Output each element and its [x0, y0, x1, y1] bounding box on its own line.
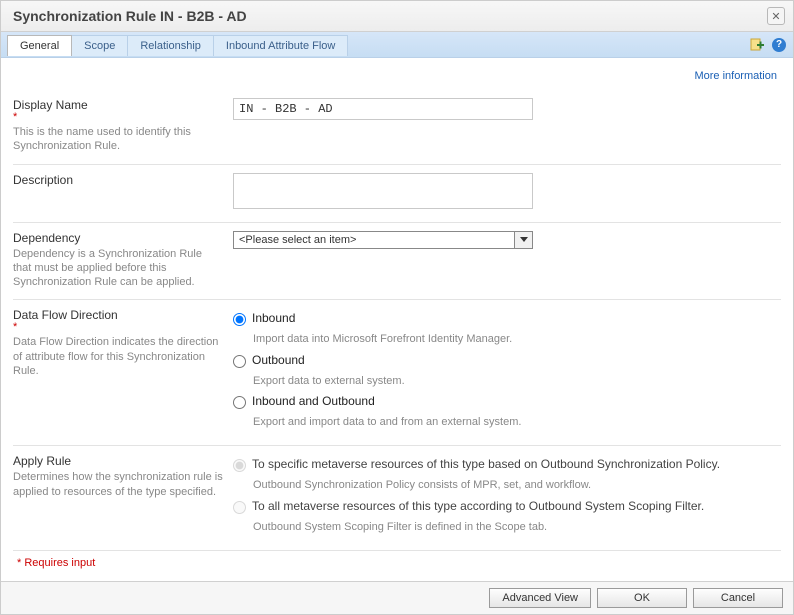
dependency-select-button[interactable] — [514, 232, 532, 248]
more-info-row: More information — [13, 64, 781, 90]
dialog: Synchronization Rule IN - B2B - AD ✕ Gen… — [0, 0, 794, 615]
advanced-view-button[interactable]: Advanced View — [489, 588, 591, 608]
window-title: Synchronization Rule IN - B2B - AD — [13, 8, 247, 24]
display-name-desc: This is the name used to identify this S… — [13, 125, 223, 154]
radio-apply-all: To all metaverse resources of this type … — [233, 499, 753, 514]
data-flow-label: Data Flow Direction — [13, 308, 118, 322]
row-dependency: Dependency Dependency is a Synchronizati… — [13, 223, 781, 301]
apply-rule-label: Apply Rule — [13, 454, 71, 468]
row-apply-rule: Apply Rule Determines how the synchroniz… — [13, 446, 781, 551]
radio-inbound-label: Inbound — [252, 311, 295, 325]
row-description: Description — [13, 165, 781, 223]
radio-inbound[interactable]: Inbound — [233, 311, 753, 326]
tab-scope[interactable]: Scope — [71, 35, 128, 56]
requires-input-note: * Requires input — [13, 551, 781, 571]
ok-button[interactable]: OK — [597, 588, 687, 608]
chevron-down-icon — [520, 237, 528, 242]
display-name-label: Display Name — [13, 98, 88, 112]
tab-inbound-attribute-flow[interactable]: Inbound Attribute Flow — [213, 35, 348, 56]
tab-general[interactable]: General — [7, 35, 72, 56]
radio-outbound-label: Outbound — [252, 353, 305, 367]
close-button[interactable]: ✕ — [767, 7, 785, 25]
radio-both-sub: Export and import data to and from an ex… — [253, 415, 753, 429]
radio-both[interactable]: Inbound and Outbound — [233, 394, 753, 409]
dependency-select[interactable]: <Please select an item> — [233, 231, 533, 249]
required-marker: * — [13, 112, 223, 123]
display-name-input[interactable] — [233, 98, 533, 120]
new-item-icon[interactable] — [749, 37, 765, 53]
radio-apply-all-label: To all metaverse resources of this type … — [252, 499, 704, 513]
dependency-label: Dependency — [13, 231, 80, 245]
more-information-link[interactable]: More information — [694, 70, 777, 82]
radio-apply-specific-input — [233, 459, 246, 472]
radio-outbound[interactable]: Outbound — [233, 353, 753, 368]
apply-rule-desc: Determines how the synchronization rule … — [13, 470, 223, 499]
dependency-desc: Dependency is a Synchronization Rule tha… — [13, 247, 223, 290]
titlebar: Synchronization Rule IN - B2B - AD ✕ — [1, 1, 793, 32]
close-icon: ✕ — [771, 10, 780, 23]
row-data-flow: Data Flow Direction * Data Flow Directio… — [13, 300, 781, 446]
radio-apply-specific-label: To specific metaverse resources of this … — [252, 457, 720, 471]
tab-content: More information Display Name * This is … — [1, 58, 793, 581]
data-flow-desc: Data Flow Direction indicates the direct… — [13, 335, 223, 378]
required-marker: * — [13, 322, 223, 333]
radio-inbound-sub: Import data into Microsoft Forefront Ide… — [253, 332, 753, 346]
dependency-select-text: <Please select an item> — [234, 232, 514, 248]
radio-outbound-input[interactable] — [233, 355, 246, 368]
radio-apply-specific-sub: Outbound Synchronization Policy consists… — [253, 478, 753, 492]
tab-bar: General Scope Relationship Inbound Attri… — [1, 32, 793, 58]
help-icon[interactable]: ? — [771, 37, 787, 53]
description-label: Description — [13, 173, 73, 187]
radio-apply-all-sub: Outbound System Scoping Filter is define… — [253, 520, 753, 534]
radio-apply-all-input — [233, 501, 246, 514]
dialog-footer: Advanced View OK Cancel — [1, 581, 793, 614]
radio-apply-specific: To specific metaverse resources of this … — [233, 457, 753, 472]
radio-inbound-input[interactable] — [233, 313, 246, 326]
cancel-button[interactable]: Cancel — [693, 588, 783, 608]
radio-both-label: Inbound and Outbound — [252, 394, 375, 408]
tab-relationship[interactable]: Relationship — [127, 35, 214, 56]
row-display-name: Display Name * This is the name used to … — [13, 90, 781, 165]
radio-both-input[interactable] — [233, 396, 246, 409]
description-input[interactable] — [233, 173, 533, 209]
radio-outbound-sub: Export data to external system. — [253, 374, 753, 388]
